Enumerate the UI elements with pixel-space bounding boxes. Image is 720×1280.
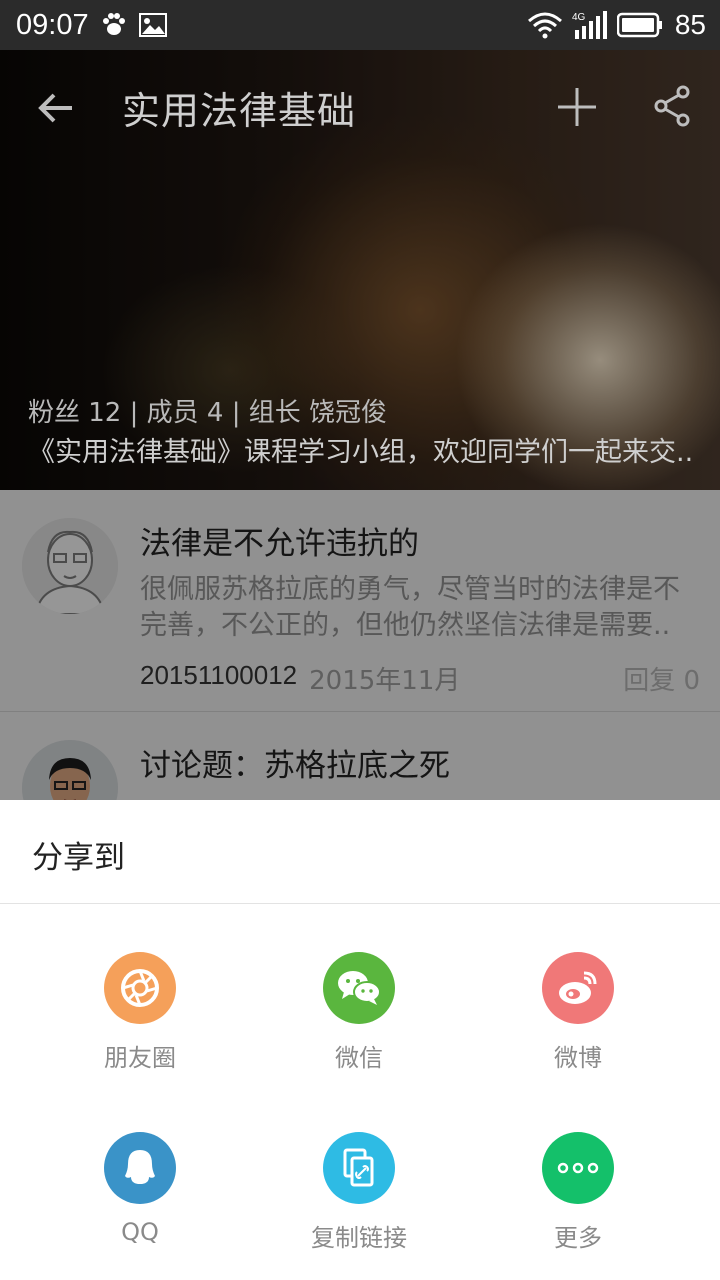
share-qq-button[interactable]: QQ [30,1132,250,1246]
share-label: QQ [121,1218,159,1246]
status-bar: 09:07 4G 85 [0,0,720,50]
share-copy-link-button[interactable]: 复制链接 [249,1132,469,1253]
modal-backdrop[interactable] [0,490,720,800]
weibo-icon [542,952,614,1024]
share-label: 微博 [554,1044,602,1072]
add-button[interactable] [554,84,600,130]
share-label: 复制链接 [311,1224,407,1252]
page-title: 实用法律基础 [122,89,357,133]
battery-level: 85 [674,9,706,40]
share-label: 更多 [554,1224,602,1252]
battery-icon [616,12,663,38]
copy-link-icon [323,1132,395,1204]
share-weibo-button[interactable]: 微博 [468,952,688,1073]
plus-icon [558,88,596,126]
wechat-icon [323,952,395,1024]
share-sheet: 分享到 朋友圈 微信 微博 QQ 复制链接 更多 [0,800,720,1280]
wifi-icon [527,11,563,39]
paw-icon [101,12,127,38]
qq-icon [104,1132,176,1204]
image-icon [138,13,167,37]
network-label: 4G [572,12,586,23]
share-label: 朋友圈 [104,1044,176,1072]
share-moments-button[interactable]: 朋友圈 [30,952,250,1073]
group-description: 《实用法律基础》课程学习小组，欢迎同学们一起来交.. [28,437,694,468]
share-wechat-button[interactable]: 微信 [249,952,469,1073]
share-sheet-title: 分享到 [32,840,125,876]
signal-icon: 4G [571,10,609,40]
group-cover: 实用法律基础 粉丝 12 | 成员 4 | 组长 饶冠俊 《实用法律基础》课程学… [0,50,720,490]
back-arrow-icon [38,93,72,123]
share-icon [654,85,690,127]
moments-icon [104,952,176,1024]
share-label: 微信 [335,1044,383,1072]
share-button[interactable] [652,84,692,128]
divider [0,903,720,904]
more-icon [542,1132,614,1204]
status-time: 09:07 [16,8,89,41]
group-stats: 粉丝 12 | 成员 4 | 组长 饶冠俊 [28,398,387,428]
back-button[interactable] [34,86,78,130]
share-more-button[interactable]: 更多 [468,1132,688,1253]
